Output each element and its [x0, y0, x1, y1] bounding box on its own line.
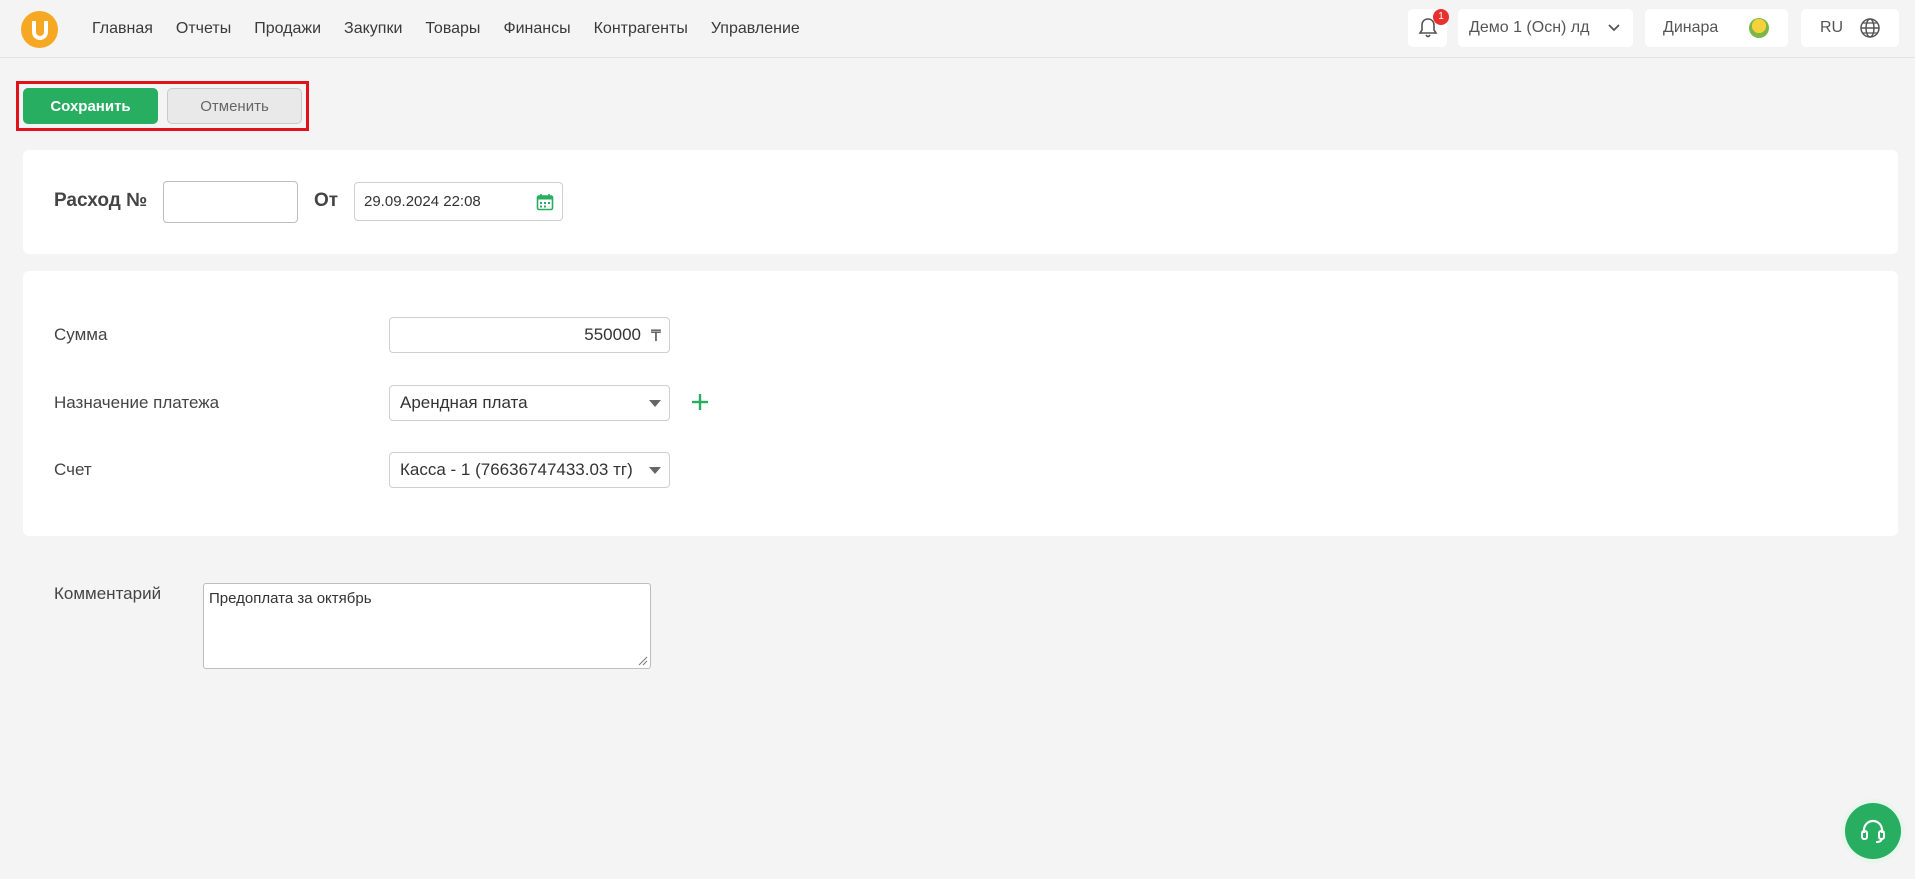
- organization-label: Демо 1 (Осн) лд: [1469, 19, 1590, 36]
- amount-input[interactable]: 550000 ₸: [389, 317, 670, 353]
- avatar: [1749, 18, 1769, 38]
- nav-item-goods[interactable]: Товары: [425, 20, 480, 38]
- cancel-button[interactable]: Отменить: [167, 88, 302, 124]
- language-label: RU: [1820, 19, 1844, 36]
- payment-form-card: [23, 271, 1898, 536]
- support-chat-button[interactable]: [1845, 803, 1901, 859]
- account-value: Касса - 1 (76636747433.03 тг): [400, 460, 633, 479]
- nav-item-home[interactable]: Главная: [92, 20, 153, 38]
- nav-item-reports[interactable]: Отчеты: [176, 20, 231, 38]
- account-label: Счет: [54, 460, 92, 479]
- purpose-value: Арендная плата: [400, 393, 528, 412]
- document-number-input[interactable]: [163, 181, 298, 223]
- comment-label: Комментарий: [54, 584, 162, 603]
- notifications-button[interactable]: 1: [1408, 9, 1449, 47]
- document-number-label: Расход №: [54, 190, 148, 211]
- dropdown-arrow-icon: [649, 467, 661, 474]
- user-menu[interactable]: Динара: [1645, 9, 1788, 47]
- top-bar: Главная Отчеты Продажи Закупки Товары Фи…: [0, 0, 1915, 58]
- comment-value: Предоплата за октябрь: [209, 590, 372, 607]
- headset-icon: [1861, 819, 1885, 843]
- logo-u-icon: [31, 20, 48, 40]
- comment-textarea[interactable]: Предоплата за октябрь: [203, 583, 651, 669]
- notification-badge: 1: [1433, 9, 1449, 25]
- date-value: 29.09.2024 22:08: [364, 193, 481, 210]
- nav-item-purchases[interactable]: Закупки: [344, 20, 402, 38]
- dropdown-arrow-icon: [649, 400, 661, 407]
- chevron-down-icon: [1608, 24, 1620, 32]
- nav-item-management[interactable]: Управление: [711, 20, 800, 38]
- globe-icon: [1860, 18, 1880, 38]
- nav-item-sales[interactable]: Продажи: [254, 20, 321, 38]
- organization-selector[interactable]: Демо 1 (Осн) лд: [1458, 9, 1633, 47]
- document-header-card: [23, 150, 1898, 254]
- account-select[interactable]: Касса - 1 (76636747433.03 тг): [389, 452, 670, 488]
- nav-item-contractors[interactable]: Контрагенты: [594, 20, 688, 38]
- language-selector[interactable]: RU: [1801, 9, 1899, 47]
- date-input[interactable]: 29.09.2024 22:08: [354, 182, 563, 221]
- currency-icon: ₸: [650, 328, 661, 345]
- purpose-select[interactable]: Арендная плата: [389, 385, 670, 421]
- amount-label: Сумма: [54, 325, 108, 344]
- amount-value: 550000: [584, 325, 641, 344]
- purpose-label: Назначение платежа: [54, 393, 220, 412]
- nav-item-finance[interactable]: Финансы: [503, 20, 570, 38]
- add-purpose-icon[interactable]: [689, 391, 711, 413]
- calendar-icon[interactable]: [536, 193, 554, 211]
- save-button[interactable]: Сохранить: [23, 88, 158, 124]
- app-logo[interactable]: [21, 11, 58, 48]
- date-from-label: От: [314, 190, 339, 211]
- resize-grip-icon[interactable]: [638, 656, 648, 666]
- main-nav: Главная Отчеты Продажи Закупки Товары Фи…: [92, 0, 823, 58]
- user-name: Динара: [1663, 19, 1719, 36]
